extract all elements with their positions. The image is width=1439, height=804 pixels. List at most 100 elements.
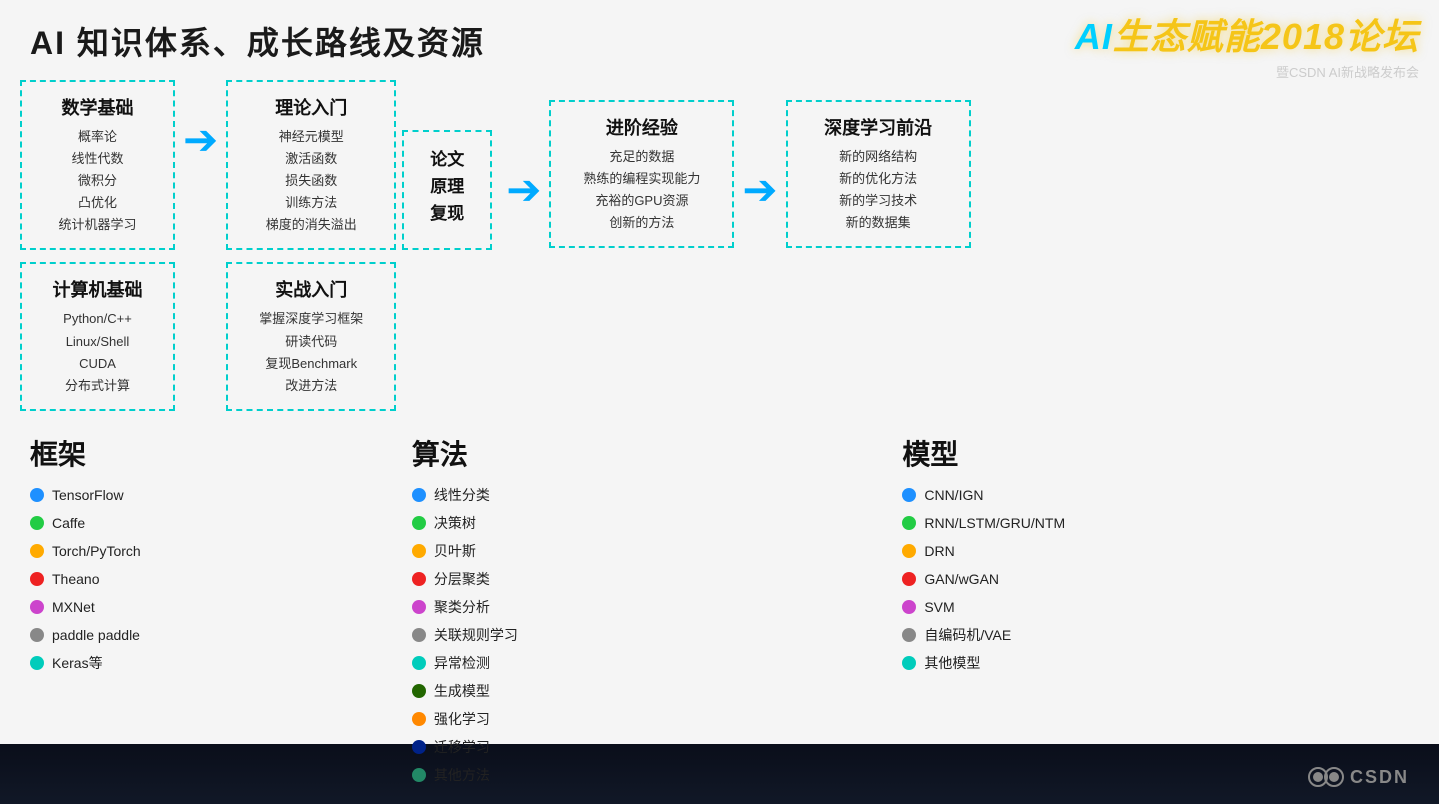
- logo-title: AI生态赋能2018论坛: [1075, 8, 1419, 60]
- math-items: 概率论线性代数微积分凸优化统计机器学习: [38, 126, 157, 236]
- legend-label: CNN/IGN: [924, 481, 983, 509]
- legend-item: RNN/LSTM/GRU/NTM: [902, 509, 1409, 537]
- legend-item: 聚类分析: [412, 593, 882, 621]
- bottom-section: 框架 TensorFlowCaffeTorch/PyTorchTheanoMXN…: [20, 433, 1419, 789]
- list-item: 充足的数据: [567, 146, 716, 168]
- list-item: Python/C++: [38, 308, 157, 330]
- color-dot: [30, 572, 44, 586]
- frameworks-list: TensorFlowCaffeTorch/PyTorchTheanoMXNetp…: [30, 481, 392, 677]
- advanced-title: 进阶经验: [567, 114, 716, 140]
- legend-item: CNN/IGN: [902, 481, 1409, 509]
- list-item: 激活函数: [244, 148, 378, 170]
- practice-title: 实战入门: [244, 276, 378, 302]
- color-dot: [30, 488, 44, 502]
- color-dot: [412, 656, 426, 670]
- legend-label: 其他方法: [434, 761, 490, 789]
- frontier-box: 深度学习前沿 新的网络结构新的优化方法新的学习技术新的数据集: [786, 100, 971, 248]
- frontier-items: 新的网络结构新的优化方法新的学习技术新的数据集: [804, 146, 953, 234]
- legend-item: Theano: [30, 565, 392, 593]
- advanced-items: 充足的数据熟练的编程实现能力充裕的GPU资源创新的方法: [567, 146, 716, 234]
- color-dot: [412, 628, 426, 642]
- legend-label: RNN/LSTM/GRU/NTM: [924, 509, 1065, 537]
- list-item: 熟练的编程实现能力: [567, 168, 716, 190]
- cs-foundation-box: 计算机基础 Python/C++Linux/ShellCUDA分布式计算: [20, 262, 175, 410]
- logo-rest: 生态赋能2018论坛: [1113, 16, 1419, 57]
- csdn-text: CSDN: [1350, 767, 1409, 788]
- legend-item: 其他方法: [412, 761, 882, 789]
- legend-item: paddle paddle: [30, 621, 392, 649]
- cs-items: Python/C++Linux/ShellCUDA分布式计算: [38, 308, 157, 396]
- legend-label: 关联规则学习: [434, 621, 518, 649]
- list-item: 训练方法: [244, 192, 378, 214]
- main-content: 数学基础 概率论线性代数微积分凸优化统计机器学习 计算机基础 Python/C+…: [20, 75, 1419, 739]
- list-item: 统计机器学习: [38, 214, 157, 236]
- legend-label: GAN/wGAN: [924, 565, 999, 593]
- models-list: CNN/IGNRNN/LSTM/GRU/NTMDRNGAN/wGANSVM自编码…: [902, 481, 1409, 677]
- algorithms-list: 线性分类决策树贝叶斯分层聚类聚类分析关联规则学习异常检测生成模型强化学习迁移学习…: [412, 481, 882, 789]
- legend-item: Keras等: [30, 649, 392, 677]
- color-dot: [412, 740, 426, 754]
- practice-items: 掌握深度学习框架研读代码复现Benchmark改进方法: [244, 308, 378, 396]
- frontier-title: 深度学习前沿: [804, 114, 953, 140]
- legend-item: 强化学习: [412, 705, 882, 733]
- legend-label: 强化学习: [434, 705, 490, 733]
- legend-item: MXNet: [30, 593, 392, 621]
- csdn-logo: CSDN: [1308, 762, 1409, 792]
- cs-title: 计算机基础: [38, 276, 157, 302]
- legend-item: Torch/PyTorch: [30, 537, 392, 565]
- color-dot: [902, 572, 916, 586]
- theory-title: 理论入门: [244, 94, 378, 120]
- legend-item: 异常检测: [412, 649, 882, 677]
- legend-item: 生成模型: [412, 677, 882, 705]
- legend-item: GAN/wGAN: [902, 565, 1409, 593]
- legend-item: 决策树: [412, 509, 882, 537]
- math-title: 数学基础: [38, 94, 157, 120]
- legend-label: 异常检测: [434, 649, 490, 677]
- legend-item: DRN: [902, 537, 1409, 565]
- legend-item: TensorFlow: [30, 481, 392, 509]
- page-title: AI 知识体系、成长路线及资源: [30, 18, 485, 64]
- list-item: 神经元模型: [244, 126, 378, 148]
- color-dot: [30, 544, 44, 558]
- logo-ai: AI: [1075, 16, 1113, 57]
- models-title: 模型: [902, 433, 1409, 473]
- legend-label: 聚类分析: [434, 593, 490, 621]
- legend-label: 决策树: [434, 509, 476, 537]
- list-item: 新的优化方法: [804, 168, 953, 190]
- list-item: 微积分: [38, 170, 157, 192]
- arrow2: ➔: [498, 165, 549, 214]
- color-dot: [412, 516, 426, 530]
- color-dot: [412, 572, 426, 586]
- frontier-section: 深度学习前沿 新的网络结构新的优化方法新的学习技术新的数据集: [786, 90, 971, 248]
- color-dot: [902, 656, 916, 670]
- legend-label: 自编码机/VAE: [924, 621, 1011, 649]
- legend-item: 迁移学习: [412, 733, 882, 761]
- legend-item: SVM: [902, 593, 1409, 621]
- advanced-section: 进阶经验 充足的数据熟练的编程实现能力充裕的GPU资源创新的方法: [549, 90, 734, 248]
- frameworks-col: 框架 TensorFlowCaffeTorch/PyTorchTheanoMXN…: [20, 433, 402, 789]
- color-dot: [902, 516, 916, 530]
- csdn-icon1: [1308, 762, 1344, 792]
- algorithms-title: 算法: [412, 433, 882, 473]
- color-dot: [412, 600, 426, 614]
- legend-label: 迁移学习: [434, 733, 490, 761]
- legend-label: 分层聚类: [434, 565, 490, 593]
- legend-item: 分层聚类: [412, 565, 882, 593]
- color-dot: [30, 656, 44, 670]
- list-item: 新的数据集: [804, 212, 953, 234]
- col2-boxes: 理论入门 神经元模型激活函数损失函数训练方法梯度的消失溢出 实战入门 掌握深度学…: [226, 80, 396, 411]
- paper-title: 论文原理复现: [422, 146, 472, 228]
- paper-section: 论文原理复现: [402, 110, 492, 250]
- flow-diagram: 数学基础 概率论线性代数微积分凸优化统计机器学习 计算机基础 Python/C+…: [20, 80, 1419, 411]
- color-dot: [412, 712, 426, 726]
- theory-box: 理论入门 神经元模型激活函数损失函数训练方法梯度的消失溢出: [226, 80, 396, 250]
- list-item: 凸优化: [38, 192, 157, 214]
- color-dot: [412, 768, 426, 782]
- list-item: 改进方法: [244, 375, 378, 397]
- list-item: 梯度的消失溢出: [244, 214, 378, 236]
- legend-label: paddle paddle: [52, 621, 140, 649]
- legend-label: Keras等: [52, 649, 103, 677]
- list-item: 复现Benchmark: [244, 353, 378, 375]
- theory-items: 神经元模型激活函数损失函数训练方法梯度的消失溢出: [244, 126, 378, 236]
- legend-label: Theano: [52, 565, 99, 593]
